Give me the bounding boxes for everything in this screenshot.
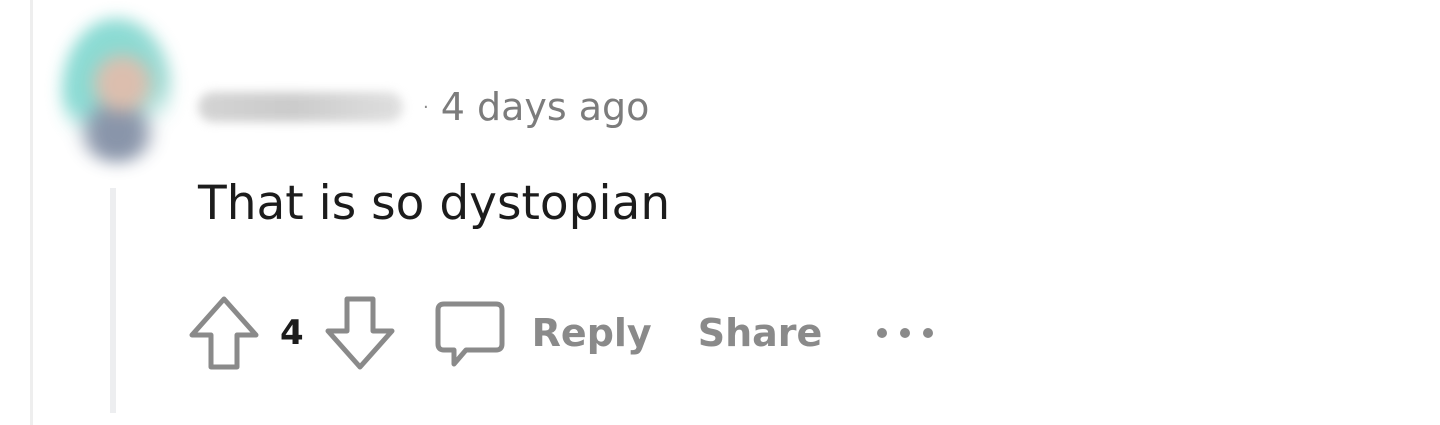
comment-actions: 4 Reply Share	[188, 292, 940, 374]
more-options-button[interactable]	[874, 313, 940, 353]
downvote-button[interactable]	[324, 295, 396, 371]
comment-button[interactable]	[434, 296, 506, 370]
redacted-username[interactable]	[198, 92, 403, 122]
comment-body: That is so dystopian	[198, 176, 671, 231]
upvote-button[interactable]	[188, 295, 260, 371]
arrow-up-icon	[189, 296, 259, 370]
vote-score: 4	[280, 313, 304, 353]
ellipsis-icon	[877, 328, 934, 338]
speech-bubble-icon	[435, 301, 505, 367]
user-avatar[interactable]	[62, 18, 172, 163]
meta-separator-dot: ·	[423, 96, 429, 118]
comment-timestamp[interactable]: 4 days ago	[441, 88, 650, 126]
left-border	[30, 0, 33, 425]
comment-card: · 4 days ago That is so dystopian 4 Repl…	[0, 0, 1440, 425]
comment-thread-line[interactable]	[110, 188, 116, 413]
reply-button[interactable]: Reply	[532, 311, 652, 355]
arrow-down-icon	[325, 296, 395, 370]
share-button[interactable]: Share	[698, 311, 823, 355]
comment-meta: · 4 days ago	[198, 82, 649, 132]
